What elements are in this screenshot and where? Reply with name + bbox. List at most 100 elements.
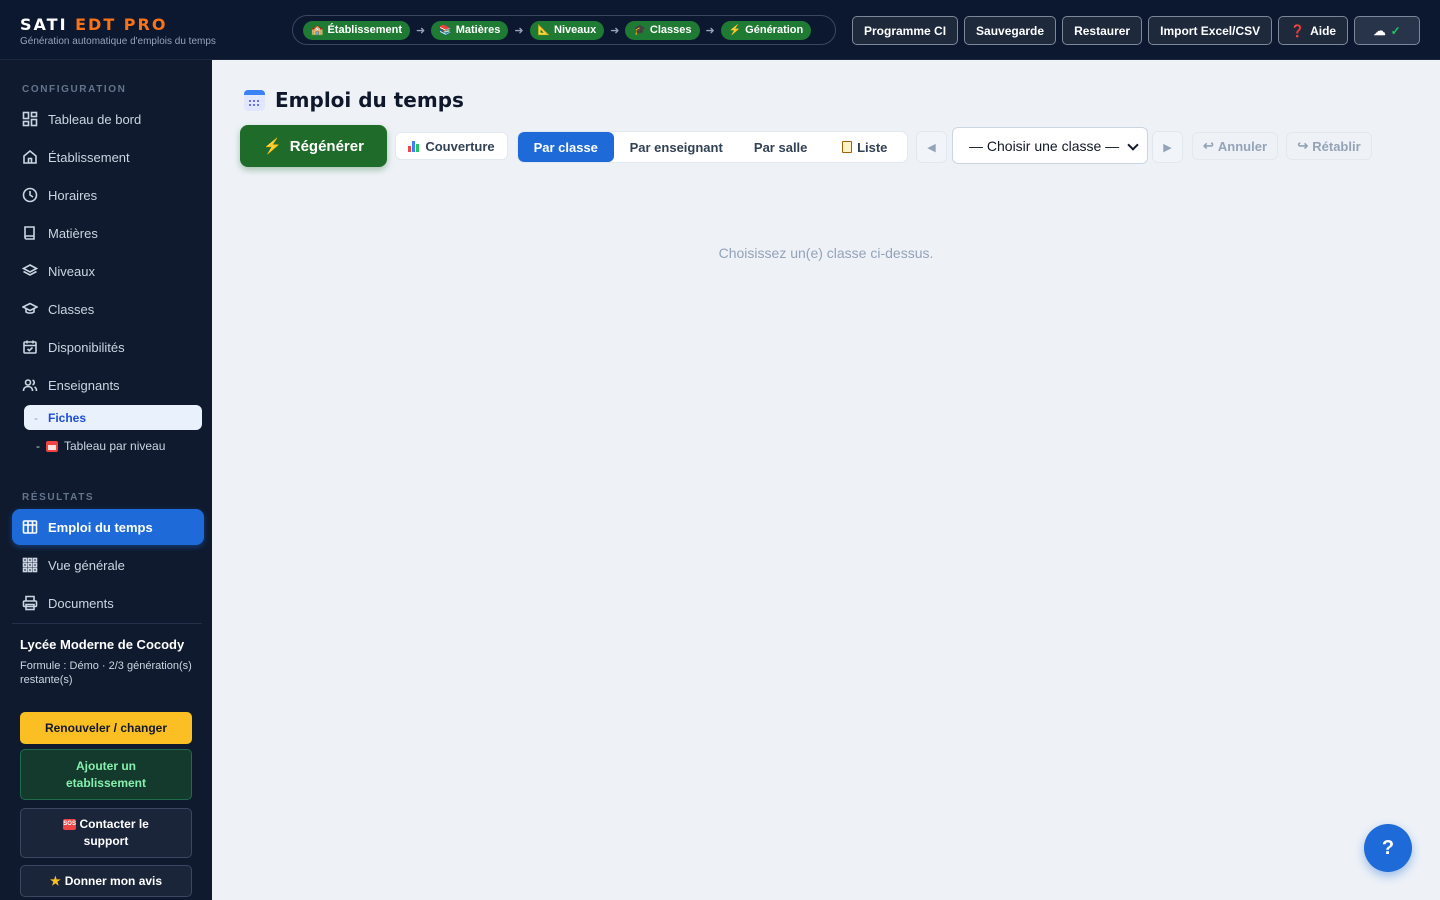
question-icon: ❓ (1290, 23, 1306, 38)
cloud-sync-button[interactable]: ☁ ✓ (1354, 16, 1421, 45)
page-title: Emploi du temps (244, 88, 464, 112)
sidebar-item-etablissement[interactable]: Établissement (12, 140, 204, 174)
help-floating-button[interactable]: ? (1364, 824, 1412, 872)
review-label: Donner mon avis (64, 873, 163, 888)
triangle-left-icon: ◀ (927, 141, 936, 154)
sidebar-item-enseignants[interactable]: Enseignants (12, 368, 204, 402)
class-select[interactable]: — Choisir une classe — (952, 127, 1148, 164)
step-label: Établissement (327, 24, 403, 36)
page-title-text: Emploi du temps (275, 88, 464, 112)
printer-icon (22, 595, 38, 611)
sidebar-item-tableau-de-bord[interactable]: Tableau de bord (12, 102, 204, 136)
sidebar-subitem-label: Tableau par niveau (64, 439, 166, 453)
support-content: SOS Contacter le support (51, 816, 161, 850)
coverage-button[interactable]: Couverture (395, 132, 508, 160)
book-icon (24, 226, 35, 240)
sidebar-item-label: Classes (48, 301, 95, 317)
tab-par-salle[interactable]: Par salle (739, 132, 823, 162)
graduation-cap-icon: 🎓 (633, 24, 646, 36)
timetable-toolbar: ⚡ Régénérer Couverture Par classe Par ens… (240, 125, 1390, 169)
sidebar-item-label: Enseignants (48, 377, 120, 393)
sidebar-item-horaires[interactable]: Horaires (12, 178, 204, 212)
brand-title-accent: EDT PRO (75, 15, 168, 34)
sidebar-item-label: Documents (48, 595, 114, 611)
sidebar-item-emploi-du-temps[interactable]: Emploi du temps (12, 509, 204, 545)
sidebar-item-label: Niveaux (48, 263, 95, 279)
sidebar-item-matieres[interactable]: Matières (12, 216, 204, 250)
tab-par-enseignant[interactable]: Par enseignant (614, 132, 739, 162)
add-school-label: Ajouter un etablissement (65, 758, 147, 790)
dash-marker: - (34, 410, 38, 425)
arrow-right-icon: ➜ (416, 24, 426, 37)
school-icon: 🏫 (311, 24, 324, 36)
calendar-icon (244, 89, 265, 111)
school-name: Lycée Moderne de Cocody (20, 637, 185, 652)
sidebar-subitem-tableau-par-niveau[interactable]: - Tableau par niveau (36, 435, 165, 457)
tab-liste[interactable]: Liste (822, 132, 907, 162)
regenerate-button[interactable]: ⚡ Régénérer (240, 125, 387, 167)
sidebar-item-label: Emploi du temps (48, 519, 153, 535)
add-school-button[interactable]: Ajouter un etablissement (20, 749, 192, 800)
next-class-button[interactable]: ▶ (1152, 131, 1183, 163)
brand-title: SATI EDT PRO (20, 15, 216, 35)
renew-button[interactable]: Renouveler / changer (20, 712, 192, 744)
cloud-icon: ☁ (1373, 23, 1386, 38)
star-icon: ★ (49, 873, 61, 888)
regenerate-label: Régénérer (289, 137, 364, 155)
lightning-icon: ⚡ (728, 24, 742, 36)
redo-button[interactable]: ↪ Rétablir (1286, 132, 1372, 160)
graduation-cap-icon (22, 302, 38, 314)
sidebar-item-label: Vue générale (48, 557, 125, 573)
users-icon (22, 379, 38, 392)
top-bar: SATI EDT PRO Génération automatique d'em… (0, 0, 1440, 60)
sidebar-item-vue-generale[interactable]: Vue générale (12, 548, 204, 582)
dash-marker: - (36, 439, 40, 453)
step-label: Niveaux (554, 24, 597, 36)
step-label: Classes (649, 24, 692, 36)
undo-button[interactable]: ↩ Annuler (1192, 132, 1278, 160)
step-etablissement[interactable]: 🏫 Établissement (303, 20, 411, 40)
clock-icon (22, 187, 38, 203)
layers-icon (22, 264, 38, 276)
view-mode-tabs: Par classe Par enseignant Par salle List… (517, 131, 908, 163)
import-excel-button[interactable]: Import Excel/CSV (1148, 16, 1273, 45)
brand: SATI EDT PRO Génération automatique d'em… (20, 15, 216, 48)
home-icon (23, 149, 37, 164)
tab-par-classe[interactable]: Par classe (518, 132, 614, 162)
school-plan: Formule : Démo · 2/3 génération(s) resta… (20, 660, 192, 686)
sidebar: CONFIGURATION Tableau de bord Établissem… (0, 60, 212, 900)
sidebar-item-label: Matières (48, 225, 98, 241)
review-button[interactable]: ★ Donner mon avis (20, 865, 192, 897)
sidebar-subitem-label: Fiches (48, 410, 87, 425)
restaurer-button[interactable]: Restaurer (1062, 16, 1143, 45)
step-niveaux[interactable]: 📐 Niveaux (529, 20, 605, 40)
support-label: Contacter le support (79, 817, 149, 848)
sidebar-subitem-fiches[interactable]: - Fiches (24, 405, 202, 430)
redo-label: Rétablir (1312, 138, 1361, 154)
coverage-label: Couverture (425, 138, 495, 154)
contact-support-button[interactable]: SOS Contacter le support (20, 808, 192, 858)
chevron-down-icon (1127, 139, 1139, 151)
sauvegarde-button[interactable]: Sauvegarde (964, 16, 1057, 45)
class-select-value: — Choisir une classe — (969, 137, 1120, 154)
calendar-icon (46, 440, 58, 452)
sidebar-item-classes[interactable]: Classes (12, 292, 204, 326)
top-actions: Programme CI Sauvegarde Restaurer Import… (852, 16, 1421, 45)
calendar-check-icon (23, 340, 37, 354)
check-icon: ✓ (1390, 23, 1401, 38)
brand-subtitle: Génération automatique d'emplois du temp… (20, 36, 216, 47)
sidebar-item-niveaux[interactable]: Niveaux (12, 254, 204, 288)
sidebar-item-documents[interactable]: Documents (12, 586, 204, 620)
step-classes[interactable]: 🎓 Classes (625, 20, 700, 40)
tab-label: Liste (857, 139, 888, 155)
programme-ci-button[interactable]: Programme CI (852, 16, 959, 45)
prev-class-button[interactable]: ◀ (916, 131, 947, 163)
step-matieres[interactable]: 📚 Matières (431, 20, 509, 40)
step-generation[interactable]: ⚡ Génération (720, 20, 812, 40)
empty-state-message: Choisissez un(e) classe ci-dessus. (718, 245, 934, 261)
sidebar-item-disponibilites[interactable]: Disponibilités (12, 330, 204, 364)
aide-button[interactable]: ❓ Aide (1278, 16, 1349, 45)
brand-title-main: SATI (20, 15, 76, 34)
sidebar-item-label: Tableau de bord (48, 111, 142, 127)
main-content: Emploi du temps ⚡ Régénérer Couverture Pa… (212, 60, 1440, 900)
